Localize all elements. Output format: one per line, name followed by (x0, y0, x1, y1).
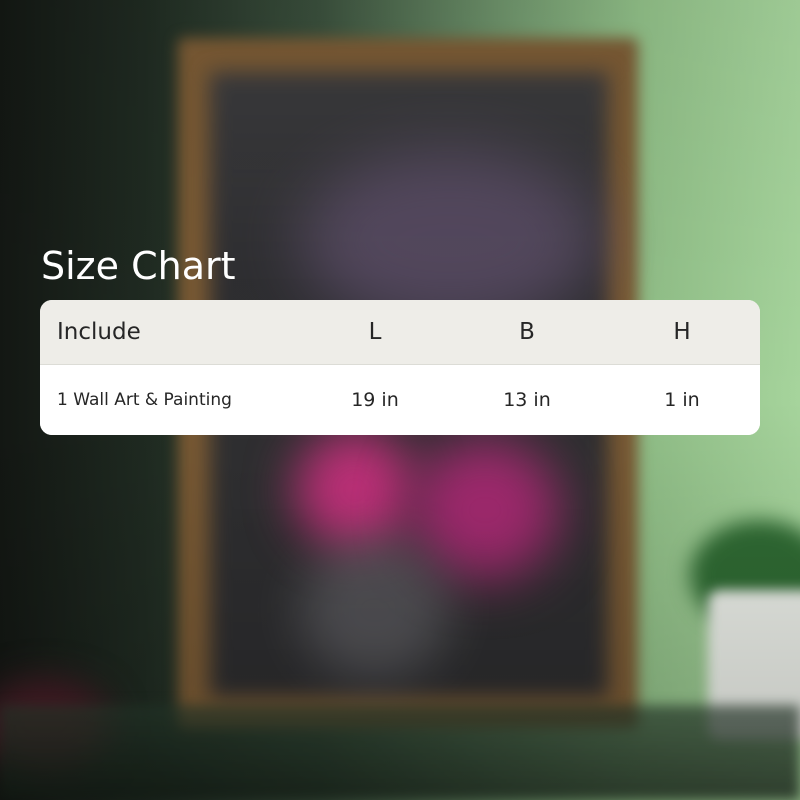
header-breadth: B (519, 319, 535, 345)
header-height: H (673, 319, 691, 345)
cell-height: 1 in (664, 389, 700, 411)
table-row: 1 Wall Art & Painting 19 in 13 in 1 in (40, 365, 760, 435)
cell-item-name: 1 Wall Art & Painting (57, 390, 232, 410)
header-length: L (368, 319, 382, 345)
table-header-row: Include L B H (40, 300, 760, 365)
size-chart-title: Size Chart (41, 244, 236, 288)
cell-length: 19 in (351, 389, 399, 411)
size-chart-table: Include L B H 1 Wall Art & Painting 19 i… (40, 300, 760, 435)
header-include: Include (57, 319, 141, 345)
cell-breadth: 13 in (503, 389, 551, 411)
